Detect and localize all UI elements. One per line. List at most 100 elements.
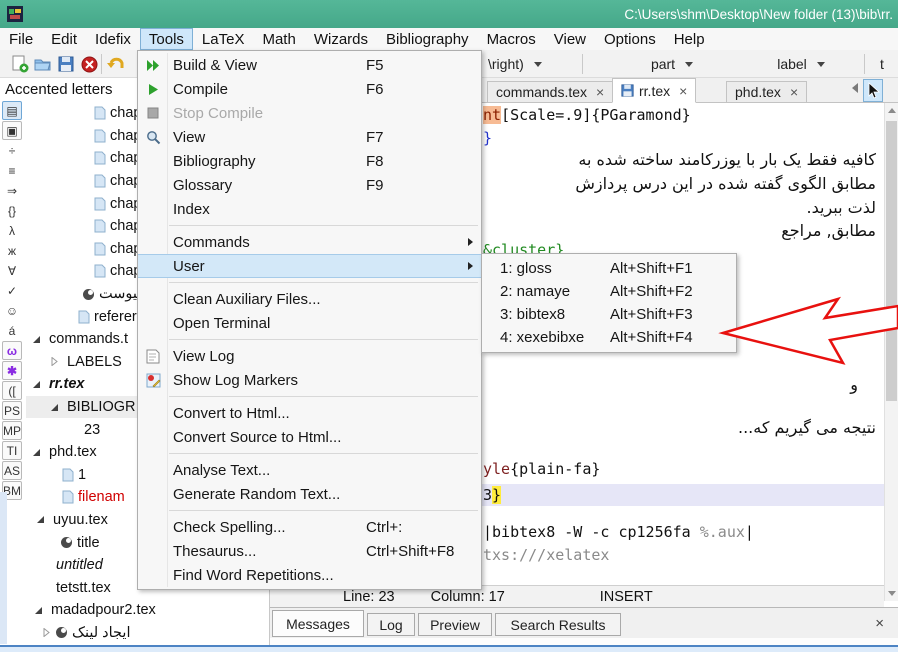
menu-item-generate-random-text[interactable]: Generate Random Text... [138,482,481,506]
expander-closed-icon[interactable] [42,628,51,637]
menu-separator [169,339,478,340]
submenu-item-xexebibxe[interactable]: 4: xexebibxe Alt+Shift+F4 [482,326,736,349]
expander-open-icon[interactable] [32,380,41,389]
pstricks-icon[interactable]: PS [2,401,22,420]
new-document-icon[interactable] [10,54,30,74]
menu-item-open-terminal[interactable]: Open Terminal [138,311,481,335]
scroll-up-icon[interactable] [888,108,896,113]
bottom-panel-tab-bar: Messages Log Preview Search Results × [270,607,898,638]
menu-item-view[interactable]: View F7 [138,125,481,149]
misc-text-icon[interactable]: ✓ [2,281,22,300]
close-icon[interactable] [79,54,99,74]
wasysym-icon[interactable]: ☺ [2,301,22,320]
cite-combobox[interactable]: t [880,53,898,75]
menu-item-commands[interactable]: Commands [138,230,481,254]
menu-item-clean-auxiliary-files[interactable]: Clean Auxiliary Files... [138,287,481,311]
save-icon[interactable] [56,54,76,74]
expander-closed-icon[interactable] [50,357,59,366]
tab-preview[interactable]: Preview [418,613,492,636]
menu-item-show-log-markers[interactable]: Show Log Markers [138,368,481,392]
cyrillic-icon[interactable]: ж [2,241,22,260]
menubar-view[interactable]: View [545,28,595,50]
code-line: } [483,129,492,147]
menubar-wizards[interactable]: Wizards [305,28,377,50]
menubar-macros[interactable]: Macros [478,28,545,50]
delimiters-icon[interactable]: {} [2,201,22,220]
arrows-icon[interactable]: ⇒ [2,181,22,200]
math-symbol-combobox[interactable]: \right) [488,53,574,75]
submenu-item-namaye[interactable]: 2: namaye Alt+Shift+F2 [482,280,736,303]
tab-close-icon[interactable]: × [596,84,604,100]
misc-math-icon[interactable]: ∀ [2,261,22,280]
panel-close-icon[interactable]: × [875,615,884,632]
menu-item-build-view[interactable]: Build & View F5 [138,53,481,77]
toolbar-separator [101,54,102,74]
code-line: yle{plain-fa} [483,460,600,478]
expander-open-icon[interactable] [32,448,41,457]
expander-open-icon[interactable] [32,335,41,344]
scroll-down-icon[interactable] [888,591,896,596]
expander-open-icon[interactable] [50,403,59,412]
menu-item-find-word-repetitions[interactable]: Find Word Repetitions... [138,563,481,587]
tikz-icon[interactable]: TI [2,441,22,460]
menu-item-analyse-text[interactable]: Analyse Text... [138,458,481,482]
menubar-file[interactable]: File [0,28,42,50]
menubar-edit[interactable]: Edit [42,28,86,50]
menu-shortcut: F6 [366,81,384,98]
menubar-math[interactable]: Math [253,28,304,50]
greek-icon[interactable]: λ [2,221,22,240]
submenu-item-gloss[interactable]: 1: gloss Alt+Shift+F1 [482,257,736,280]
tab-search-results[interactable]: Search Results [495,613,621,636]
persian-text-line: مطابق الگوی گفته شده در این درس پردازش [575,174,876,193]
menu-item-compile[interactable]: Compile F6 [138,77,481,101]
unicode-icon[interactable]: ω [2,341,22,360]
menubar-bibliography[interactable]: Bibliography [377,28,478,50]
expander-open-icon[interactable] [36,515,45,524]
asymptote-icon[interactable]: AS [2,461,22,480]
expander-open-icon[interactable] [34,606,43,615]
tab-close-icon[interactable]: × [790,84,798,100]
menu-item-check-spelling[interactable]: Check Spelling... Ctrl+: [138,515,481,539]
accented-letters-icon[interactable]: á [2,321,22,340]
tab-log[interactable]: Log [367,613,415,636]
tree-item-create-link[interactable]: ايجاد لينک [26,622,270,645]
menu-item-view-log[interactable]: View Log [138,344,481,368]
menubar-help[interactable]: Help [665,28,714,50]
menu-item-convert-to-html[interactable]: Convert to Html... [138,401,481,425]
menu-item-convert-source-to-html[interactable]: Convert Source to Html... [138,425,481,449]
tab-phd-tex[interactable]: phd.tex × [726,81,807,103]
bookmarks-icon[interactable]: ▣ [2,121,22,140]
menu-item-index[interactable]: Index [138,197,481,221]
open-file-icon[interactable] [33,54,53,74]
structure-view-icon[interactable]: ▤ [2,101,22,120]
menu-item-user[interactable]: User [138,254,481,278]
menubar-idefix[interactable]: Idefix [86,28,140,50]
sectioning-combobox[interactable]: part [612,53,732,75]
favorites-icon[interactable]: ✱ [2,361,22,380]
page-icon [62,490,74,504]
menu-item-glossary[interactable]: Glossary F9 [138,173,481,197]
menu-item-thesaurus[interactable]: Thesaurus... Ctrl+Shift+F8 [138,539,481,563]
reference-combobox[interactable]: label [755,53,847,75]
menu-item-bibliography[interactable]: Bibliography F8 [138,149,481,173]
brackets-icon[interactable]: ([ [2,381,22,400]
relations-icon[interactable]: ≡ [2,161,22,180]
math-operators-icon[interactable]: ÷ [2,141,22,160]
menubar-latex[interactable]: LaTeX [193,28,254,50]
section-circle-icon [60,536,73,549]
tab-scroll-right-button[interactable] [863,79,883,102]
menubar-tools[interactable]: Tools [140,28,193,50]
menubar-options[interactable]: Options [595,28,665,50]
submenu-item-bibtex8[interactable]: 3: bibtex8 Alt+Shift+F3 [482,303,736,326]
section-circle-icon [82,288,95,301]
tab-messages[interactable]: Messages [272,610,364,637]
title-bar: C:\Users\shm\Desktop\New folder (13)\bib… [0,0,898,28]
tab-rr-tex[interactable]: rr.tex × [612,78,696,103]
combo-label-value: label [777,56,807,72]
tab-close-icon[interactable]: × [679,83,687,99]
tree-item-madadpour2-tex[interactable]: madadpour2.tex [26,599,270,622]
tab-commands-tex[interactable]: commands.tex × [487,81,613,103]
tab-scroll-left-icon[interactable] [852,83,858,93]
metapost-icon[interactable]: MP [2,421,22,440]
undo-icon[interactable] [106,54,126,74]
